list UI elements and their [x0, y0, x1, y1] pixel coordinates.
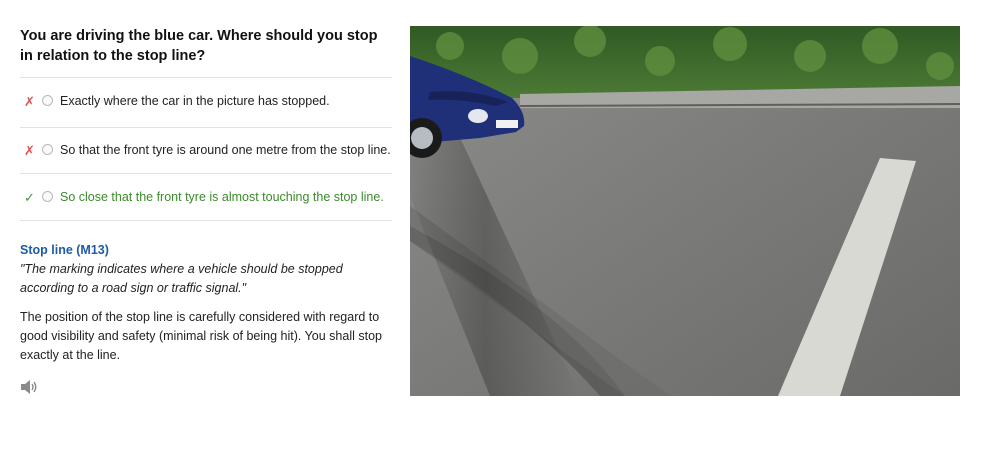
check-mark-icon: ✓: [24, 190, 35, 205]
radio-button[interactable]: [42, 191, 53, 202]
answer-list: ✗ Exactly where the car in the picture h…: [20, 77, 392, 221]
radio-button[interactable]: [42, 95, 53, 106]
cross-mark-icon: ✗: [24, 94, 35, 109]
question-panel: You are driving the blue car. Where shou…: [20, 26, 392, 395]
cross-mark-icon: ✗: [24, 143, 35, 158]
answer-label: So close that the front tyre is almost t…: [60, 190, 384, 204]
scenario-photo: [410, 26, 960, 396]
explanation: Stop line (M13) "The marking indicates w…: [20, 241, 392, 365]
explanation-title: Stop line (M13): [20, 243, 109, 257]
radio-button[interactable]: [42, 144, 53, 155]
answer-option-3[interactable]: ✓ So close that the front tyre is almost…: [20, 174, 392, 221]
question-text: You are driving the blue car. Where shou…: [20, 28, 378, 64]
speaker-icon[interactable]: [20, 379, 38, 395]
answer-option-2[interactable]: ✗ So that the front tyre is around one m…: [20, 128, 392, 174]
answer-label: So that the front tyre is around one met…: [60, 143, 391, 157]
answer-option-1[interactable]: ✗ Exactly where the car in the picture h…: [20, 78, 392, 128]
explanation-body: The position of the stop line is careful…: [20, 310, 382, 362]
answer-label: Exactly where the car in the picture has…: [60, 94, 330, 108]
explanation-quote: "The marking indicates where a vehicle s…: [20, 262, 343, 295]
